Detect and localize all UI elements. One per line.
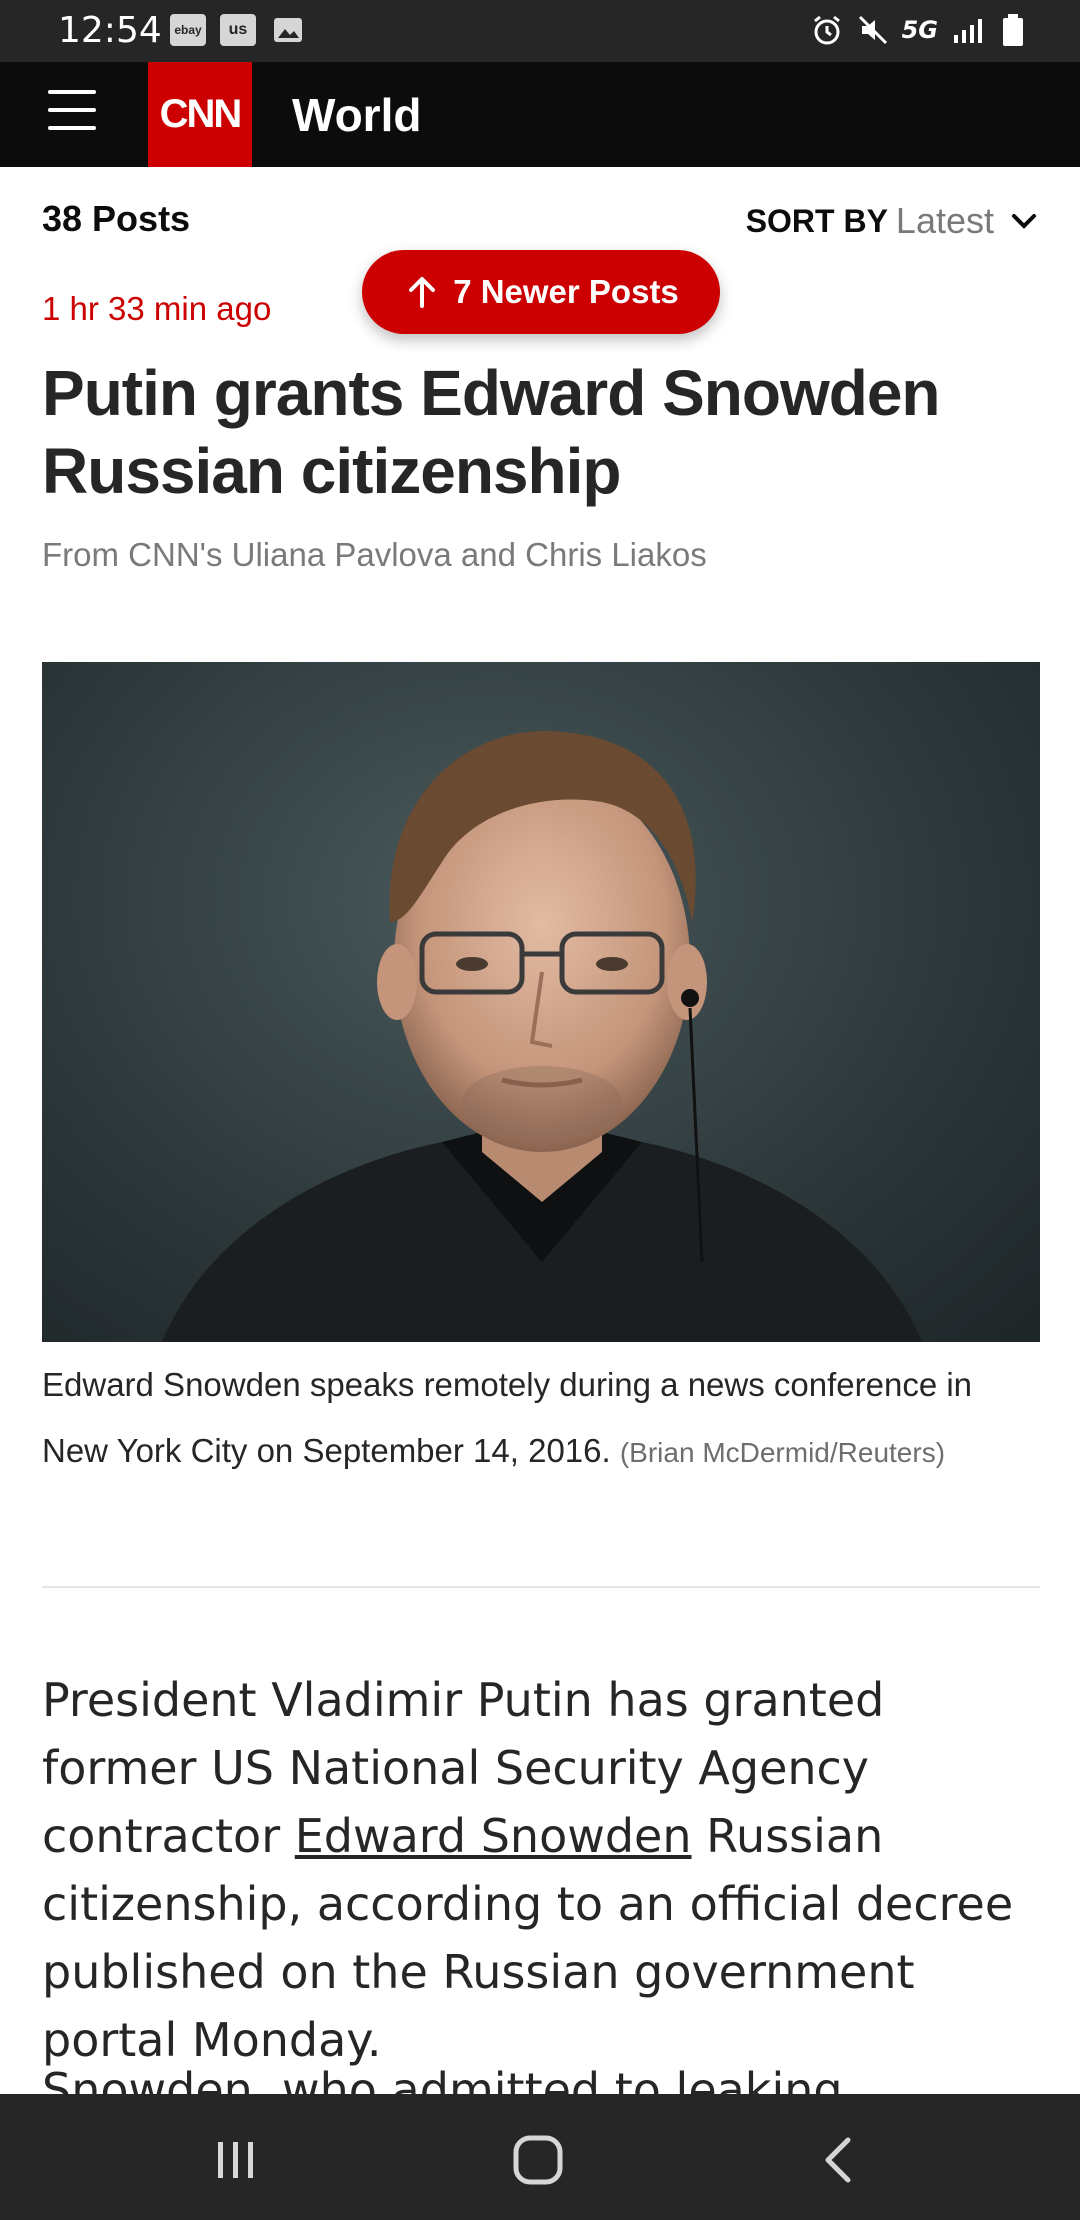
article-photo[interactable] — [42, 662, 1040, 1342]
newer-posts-button[interactable]: 7 Newer Posts — [362, 250, 720, 334]
back-icon[interactable] — [812, 2132, 868, 2188]
section-title[interactable]: World — [292, 90, 421, 140]
post-timestamp: 1 hr 33 min ago — [42, 290, 272, 327]
chevron-down-icon[interactable] — [1008, 205, 1040, 237]
alarm-icon — [813, 15, 840, 45]
snowden-portrait — [162, 731, 922, 1342]
article-paragraph: President Vladimir Putin has granted for… — [42, 1666, 1052, 2074]
navigation-bar — [0, 2094, 1080, 2220]
status-time: 12:54 — [58, 10, 162, 51]
divider — [42, 1586, 1040, 1588]
gallery-notification-icon — [274, 18, 302, 42]
recent-apps-icon[interactable] — [208, 2132, 264, 2188]
photo-caption: Edward Snowden speaks remotely during a … — [42, 1352, 1042, 1486]
post-byline: From CNN's Uliana Pavlova and Chris Liak… — [42, 536, 707, 573]
article-paragraph-next: Snowden, who admitted to leaking — [42, 2063, 843, 2096]
app-header: CNN World — [0, 62, 1080, 167]
arrow-up-icon — [409, 277, 436, 308]
mute-icon — [858, 15, 887, 45]
sort-value[interactable]: Latest — [896, 200, 994, 242]
edward-snowden-link[interactable]: Edward Snowden — [295, 1809, 692, 1863]
status-bar: 12:54 ebay us 5G — [0, 0, 1080, 62]
us-notification-icon: us — [220, 14, 256, 46]
post-headline: Putin grants Edward Snowden Russian citi… — [42, 357, 941, 507]
sort-label: SORT BY — [745, 202, 888, 239]
signal-icon — [954, 19, 982, 43]
sort-dropdown[interactable]: SORT BY Latest — [746, 200, 1040, 242]
posts-count: 38 Posts — [42, 198, 191, 239]
home-icon[interactable] — [510, 2132, 566, 2188]
status-right-icons: 5G — [810, 12, 1024, 48]
hamburger-menu-icon[interactable] — [48, 90, 96, 138]
ebay-notification-icon: ebay — [170, 14, 206, 46]
newer-posts-label: 7 Newer Posts — [453, 273, 679, 310]
battery-icon — [1003, 14, 1023, 46]
photo-credit: (Brian McDermid/Reuters) — [619, 1437, 946, 1468]
network-type: 5G — [901, 16, 938, 44]
cnn-logo[interactable]: CNN — [148, 62, 252, 167]
